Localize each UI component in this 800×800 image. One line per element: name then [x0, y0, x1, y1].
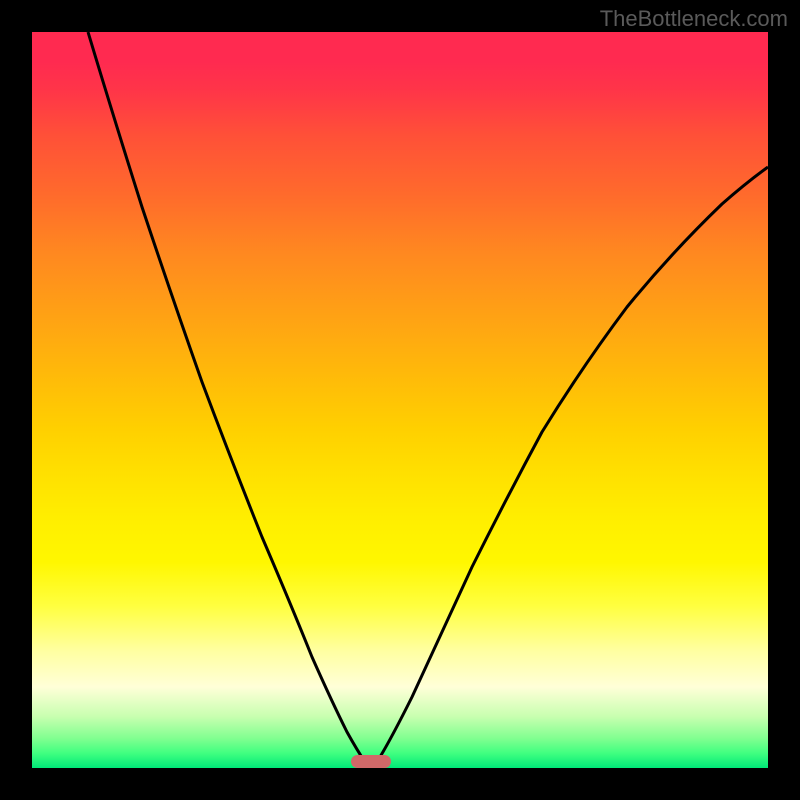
minimum-marker — [351, 755, 391, 768]
plot-area — [32, 32, 768, 768]
right-curve — [372, 167, 768, 768]
watermark-text: TheBottleneck.com — [600, 6, 788, 32]
curves-svg — [32, 32, 768, 768]
left-curve — [88, 32, 370, 768]
